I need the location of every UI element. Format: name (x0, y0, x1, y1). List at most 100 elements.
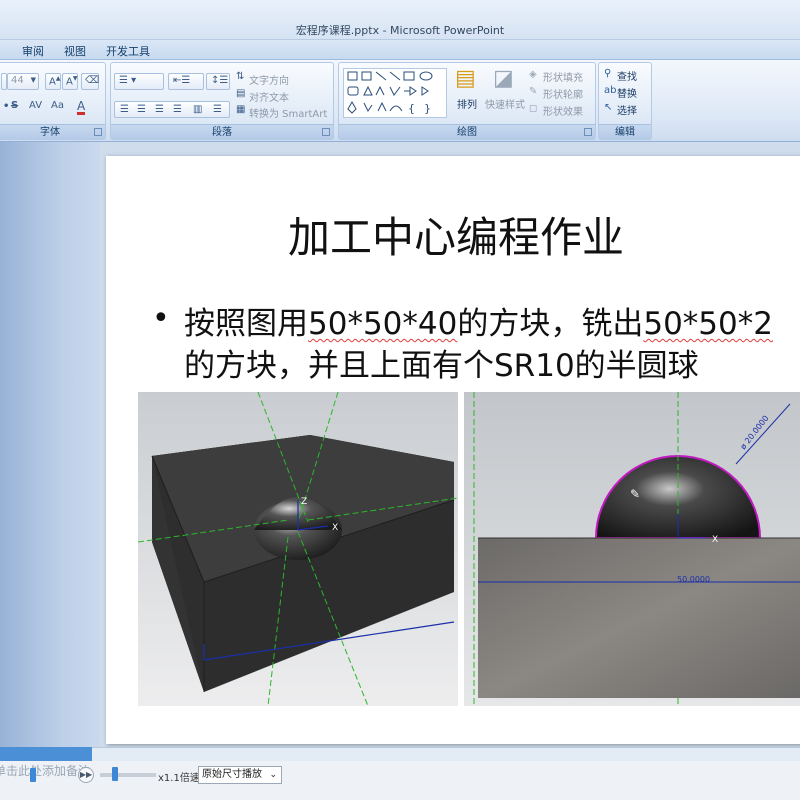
fast-forward-icon: ▶▶ (79, 770, 93, 779)
ribbon-tabs: 审阅 视图 开发工具 (0, 40, 800, 60)
dialog-launcher-icon[interactable] (322, 128, 330, 136)
tab-view[interactable]: 视图 (64, 43, 86, 59)
arrange-icon: ▤ (455, 66, 476, 91)
speed-slider-handle[interactable] (112, 767, 118, 781)
speed-label: x1.1倍速 (158, 773, 200, 784)
axis-x-label: X (332, 523, 338, 533)
video-progress-fill[interactable] (0, 747, 92, 761)
shape-fill-button[interactable]: 形状填充 (543, 69, 583, 84)
ribbon: 44 ▼ A▲ A▼ ⌫ • S AV Aa A 字体 ☰ ▾ ⇤☰ ↕☰ ⇅ … (0, 60, 800, 142)
columns-icon[interactable]: ▥ (193, 105, 202, 115)
indent-icon: ⇤☰ (173, 75, 191, 86)
quick-styles-icon: ◪ (493, 66, 514, 91)
cursor-icon: ↖ (604, 102, 613, 113)
align-left-icon[interactable]: ☰ (120, 105, 129, 115)
axis-z-label: Z (301, 497, 307, 507)
window-title: 宏程序课程.pptx - Microsoft PowerPoint (295, 24, 505, 37)
convert-smartart-button[interactable]: 转换为 SmartArt (249, 105, 327, 120)
font-size-box[interactable]: 44 ▼ (7, 73, 39, 90)
tab-developer[interactable]: 开发工具 (106, 43, 150, 59)
change-case-icon[interactable]: Aa (51, 101, 64, 111)
axis-x-label: X (712, 535, 718, 545)
slide-thumbnails-panel[interactable] (0, 142, 100, 747)
slide-title[interactable]: 加工中心编程作业 (106, 204, 800, 265)
select-button[interactable]: 选择 (617, 102, 637, 117)
text-run: 50*50*40 (308, 306, 458, 342)
align-text-button[interactable]: 对齐文本 (249, 89, 289, 104)
paint-bucket-icon: ◈ (529, 69, 537, 80)
pencil-cursor-icon: ✎ (630, 487, 640, 501)
drawing-group-label: 绘图 (339, 124, 595, 139)
replace-icon: ab (604, 85, 617, 96)
cad-front-view-image[interactable]: 50.0000 ø 20.0000 ✎ X (464, 392, 800, 706)
dialog-launcher-icon[interactable] (94, 128, 102, 136)
drawing-group: { } ▤ 排列 ◪ 快速样式 ◈ 形状填充 ✎ 形状轮廓 ◻ 形状效果 绘图 (338, 62, 596, 140)
paragraph-group-label: 段落 (111, 124, 333, 139)
line-spacing-button[interactable]: ↕☰ (206, 73, 230, 90)
char-spacing-icon[interactable]: AV (29, 101, 42, 111)
size-mode-value: 原始尺寸播放 (202, 769, 262, 780)
text-run: 的方块，铣出 (457, 306, 644, 342)
bullets-button[interactable]: ☰ ▾ (114, 73, 164, 90)
svg-text:}: } (424, 102, 431, 115)
shadow-icon[interactable]: • (3, 102, 9, 112)
arrange-button[interactable]: 排列 (457, 96, 477, 111)
size-mode-select[interactable]: 原始尺寸播放 ⌄ (198, 766, 282, 784)
shapes-gallery[interactable]: { } (343, 68, 447, 118)
effects-icon: ◻ (529, 103, 538, 114)
speed-slider-track[interactable] (100, 773, 156, 777)
editing-group: ⚲ 查找 ab 替换 ↖ 选择 编辑 (598, 62, 652, 140)
quick-styles-button[interactable]: 快速样式 (485, 96, 525, 111)
editing-group-label: 编辑 (599, 124, 651, 139)
shape-outline-button[interactable]: 形状轮廓 (543, 86, 583, 101)
shrink-font-button[interactable]: A▼ (62, 73, 78, 90)
text-direction-icon: ⇅ (236, 71, 245, 82)
clear-format-button[interactable]: ⌫ (81, 73, 99, 90)
replace-button[interactable]: 替换 (617, 85, 637, 100)
grow-font-icon: A▲ (49, 75, 61, 88)
shapes-icons: { } (347, 71, 433, 115)
line-spacing-icon: ↕☰ (211, 75, 229, 86)
title-bar: 宏程序课程.pptx - Microsoft PowerPoint (0, 0, 800, 40)
font-group: 44 ▼ A▲ A▼ ⌫ • S AV Aa A 字体 (0, 62, 106, 140)
notes-placeholder[interactable]: 单击此处添加备注 (0, 762, 90, 779)
justify-icon[interactable]: ☰ (173, 105, 182, 115)
strikethrough-icon[interactable]: S (11, 101, 18, 111)
decrease-indent-button[interactable]: ⇤☰ (168, 73, 204, 90)
text-run: 50*50*2 (643, 306, 773, 342)
notes-bar (0, 747, 800, 761)
alignment-buttons[interactable]: ☰ ☰ ☰ ☰ ▥ ☰ (114, 101, 230, 118)
pen-icon: ✎ (529, 86, 538, 97)
eraser-icon: ⌫ (85, 75, 100, 86)
player-controls (0, 761, 800, 800)
cad-isometric-image[interactable]: Z X (138, 392, 458, 706)
dialog-launcher-icon[interactable] (584, 128, 592, 136)
shrink-font-icon: A▼ (66, 75, 78, 88)
text-run: 按照图用 (184, 306, 308, 342)
tab-review[interactable]: 审阅 (22, 43, 44, 59)
play-next-button[interactable]: ▶▶ (78, 767, 94, 783)
bullet-text-line1[interactable]: 按照图用50*50*40的方块，铣出50*50*2 (184, 298, 773, 343)
dimension-width-text: 50.0000 (677, 575, 710, 584)
slide-canvas[interactable]: 加工中心编程作业 • 按照图用50*50*40的方块，铣出50*50*2 的方块… (106, 156, 800, 744)
paragraph-group: ☰ ▾ ⇤☰ ↕☰ ⇅ 文字方向 ▤ 对齐文本 ☰ ☰ ☰ ☰ ▥ ☰ ▦ 转换… (110, 62, 334, 140)
align-right-icon[interactable]: ☰ (155, 105, 164, 115)
grow-font-button[interactable]: A▲ (45, 73, 61, 90)
chevron-down-icon: ⌄ (269, 770, 277, 780)
font-group-label: 字体 (0, 124, 105, 139)
font-color-icon[interactable]: A (77, 100, 86, 115)
svg-text:{: { (408, 102, 415, 115)
align-text-icon: ▤ (236, 88, 246, 99)
smartart-icon: ▦ (236, 104, 246, 115)
shape-effects-button[interactable]: 形状效果 (543, 103, 583, 118)
text-direction-button[interactable]: 文字方向 (249, 72, 289, 87)
find-button[interactable]: 查找 (617, 68, 637, 83)
binoculars-icon: ⚲ (604, 68, 612, 79)
chevron-down-icon: ▼ (30, 76, 36, 84)
more-icon[interactable]: ☰ (213, 105, 222, 115)
bullet-text-line2[interactable]: 的方块，并且上面有个SR10的半圆球 (184, 340, 699, 385)
align-center-icon[interactable]: ☰ (137, 105, 146, 115)
font-size-value: 44 (11, 75, 24, 86)
volume-slider-handle[interactable] (30, 768, 36, 782)
bullets-icon: ☰ ▾ (119, 75, 137, 86)
